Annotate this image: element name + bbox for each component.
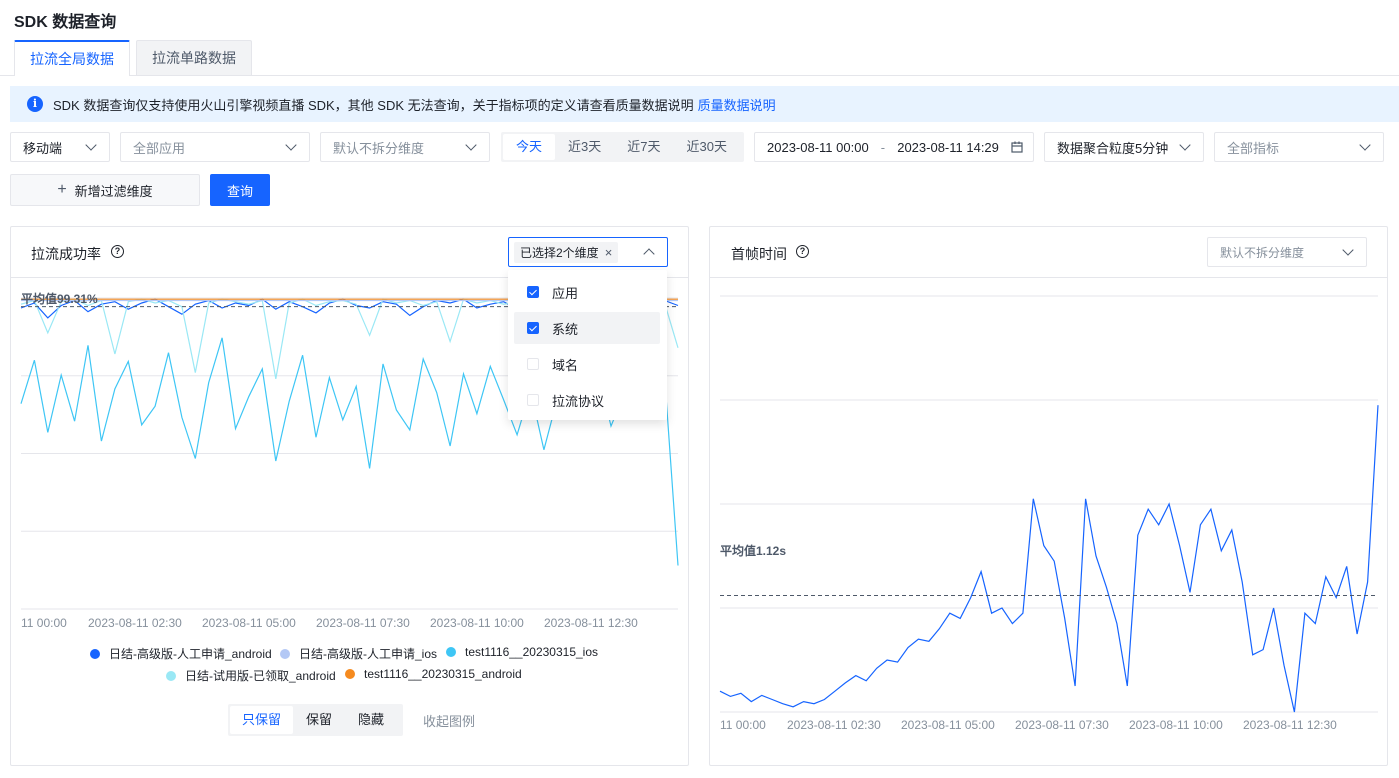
x-tick-label: 2023-08-11 02:30 xyxy=(88,616,182,630)
legend-keep[interactable]: 保留 xyxy=(293,706,345,734)
tab-bar: 拉流全局数据 拉流单路数据 xyxy=(14,40,258,76)
legend-label: 日结-试用版-已领取_android xyxy=(185,669,336,683)
chevron-down-icon xyxy=(1359,139,1371,151)
dimension-tag: 已选择2个维度 × xyxy=(514,241,619,263)
legend-item[interactable]: 日结-高级版-人工申请_ios xyxy=(280,645,437,662)
dimension-option-domain[interactable]: 域名 xyxy=(514,348,660,380)
time-range-7d[interactable]: 近7天 xyxy=(614,134,673,160)
help-icon[interactable]: ? xyxy=(796,245,809,258)
platform-select-value: 移动端 xyxy=(23,140,63,156)
legend-dot xyxy=(280,648,290,659)
legend-only-keep[interactable]: 只保留 xyxy=(230,706,294,734)
dimension-option-app[interactable]: 应用 xyxy=(514,276,660,308)
legend-mode-segmented: 只保留 保留 隐藏 xyxy=(228,704,403,736)
x-tick-label: 2023-08-11 10:00 xyxy=(430,616,524,630)
first-frame-title: 首帧时间 xyxy=(731,246,787,262)
dimension-option-label: 拉流协议 xyxy=(552,393,605,409)
legend-dot xyxy=(166,670,176,681)
tab-global-data[interactable]: 拉流全局数据 xyxy=(14,40,130,76)
x-tick-label: 2023-08-11 05:00 xyxy=(202,616,296,630)
success-rate-title: 拉流成功率 xyxy=(31,246,101,262)
x-tick-label: 2023-08-11 12:30 xyxy=(1243,718,1337,732)
legend-label: test1116__20230315_ios xyxy=(465,645,599,659)
info-icon: i xyxy=(27,96,43,112)
x-tick-label: 2023-08-11 05:00 xyxy=(901,718,995,732)
time-range-segmented: 今天 近3天 近7天 近30天 xyxy=(501,132,744,162)
dimension-option-label: 应用 xyxy=(552,285,579,301)
first-frame-chart xyxy=(719,295,1379,713)
x-tick-label: 2023-08-11 07:30 xyxy=(1015,718,1109,732)
chevron-down-icon xyxy=(1179,139,1191,151)
app-select-placeholder: 全部应用 xyxy=(133,140,186,156)
granularity-select-value: 数据聚合粒度5分钟 xyxy=(1057,140,1169,156)
legend-hide[interactable]: 隐藏 xyxy=(345,706,397,734)
time-range-today[interactable]: 今天 xyxy=(503,134,556,160)
page-title: SDK 数据查询 xyxy=(14,14,117,31)
chevron-up-icon xyxy=(643,248,655,260)
x-tick-label: 11 00:00 xyxy=(720,718,766,732)
left-dimension-select[interactable]: 已选择2个维度 × xyxy=(508,237,668,267)
checkbox-checked-icon[interactable] xyxy=(527,322,539,334)
calendar-icon xyxy=(1011,141,1023,153)
metric-select[interactable]: 全部指标 xyxy=(1214,132,1384,162)
query-button[interactable]: 查询 xyxy=(210,174,270,206)
metric-select-placeholder: 全部指标 xyxy=(1227,140,1280,156)
right-dimension-placeholder: 默认不拆分维度 xyxy=(1220,245,1305,260)
dimension-dropdown: 应用 系统 域名 拉流协议 xyxy=(508,270,667,420)
tab-divider xyxy=(0,75,1399,76)
dimension-option-protocol[interactable]: 拉流协议 xyxy=(514,384,660,416)
add-filter-button[interactable]: + 新增过滤维度 xyxy=(10,174,200,206)
checkbox-icon[interactable] xyxy=(527,394,539,406)
chevron-down-icon xyxy=(1342,244,1354,256)
time-range-30d[interactable]: 近30天 xyxy=(673,134,739,160)
dimension-option-os[interactable]: 系统 xyxy=(514,312,660,344)
legend-label: 日结-高级版-人工申请_android xyxy=(109,647,272,661)
x-tick-label: 2023-08-11 12:30 xyxy=(544,616,638,630)
alert-text: SDK 数据查询仅支持使用火山引擎视频直播 SDK，其他 SDK 无法查询，关于… xyxy=(53,97,694,113)
x-tick-label: 2023-08-11 10:00 xyxy=(1129,718,1223,732)
legend-label: 日结-高级版-人工申请_ios xyxy=(299,647,438,661)
add-filter-label: 新增过滤维度 xyxy=(74,183,153,199)
help-icon[interactable]: ? xyxy=(111,245,124,258)
info-alert: i SDK 数据查询仅支持使用火山引擎视频直播 SDK，其他 SDK 无法查询，… xyxy=(10,86,1399,122)
legend-item[interactable]: test1116__20230315_ios xyxy=(446,645,598,659)
x-tick-label: 2023-08-11 07:30 xyxy=(316,616,410,630)
legend-dot xyxy=(90,648,100,659)
date-range-picker[interactable]: 2023-08-11 00:00 - 2023-08-11 14:29 xyxy=(754,132,1034,162)
platform-select[interactable]: 移动端 xyxy=(10,132,110,162)
left-average-label: 平均值99.31% xyxy=(21,292,98,306)
dimension-option-label: 系统 xyxy=(552,321,579,337)
x-tick-label: 11 00:00 xyxy=(21,616,67,630)
legend-item[interactable]: 日结-试用版-已领取_android xyxy=(166,667,336,684)
date-start[interactable]: 2023-08-11 00:00 xyxy=(767,140,869,155)
legend-dot xyxy=(345,669,355,679)
legend-label: test1116__20230315_android xyxy=(364,667,522,681)
legend-item[interactable]: 日结-高级版-人工申请_android xyxy=(90,645,272,662)
collapse-legend-link[interactable]: 收起图例 xyxy=(423,711,475,730)
checkbox-icon[interactable] xyxy=(527,358,539,370)
series-line xyxy=(719,405,1379,713)
date-end[interactable]: 2023-08-11 14:29 xyxy=(897,140,999,155)
close-icon[interactable]: × xyxy=(605,245,613,260)
right-dimension-select[interactable]: 默认不拆分维度 xyxy=(1207,237,1367,267)
quality-doc-link[interactable]: 质量数据说明 xyxy=(698,95,776,114)
chevron-down-icon xyxy=(85,139,97,151)
x-tick-label: 2023-08-11 02:30 xyxy=(787,718,881,732)
time-range-3d[interactable]: 近3天 xyxy=(555,134,614,160)
dimension-select[interactable]: 默认不拆分维度 xyxy=(320,132,490,162)
chevron-down-icon xyxy=(285,139,297,151)
legend-item[interactable]: test1116__20230315_android xyxy=(345,667,522,681)
chevron-down-icon xyxy=(465,139,477,151)
granularity-select[interactable]: 数据聚合粒度5分钟 xyxy=(1044,132,1204,162)
tab-single-stream-data[interactable]: 拉流单路数据 xyxy=(136,40,252,75)
checkbox-checked-icon[interactable] xyxy=(527,286,539,298)
dimension-tag-label: 已选择2个维度 xyxy=(520,245,599,260)
date-separator: - xyxy=(880,139,886,155)
plus-icon: + xyxy=(57,181,67,198)
right-average-label: 平均值1.12s xyxy=(720,544,787,558)
app-select[interactable]: 全部应用 xyxy=(120,132,310,162)
dimension-option-label: 域名 xyxy=(552,357,579,373)
dimension-select-placeholder: 默认不拆分维度 xyxy=(333,140,425,156)
legend-dot xyxy=(446,647,456,657)
